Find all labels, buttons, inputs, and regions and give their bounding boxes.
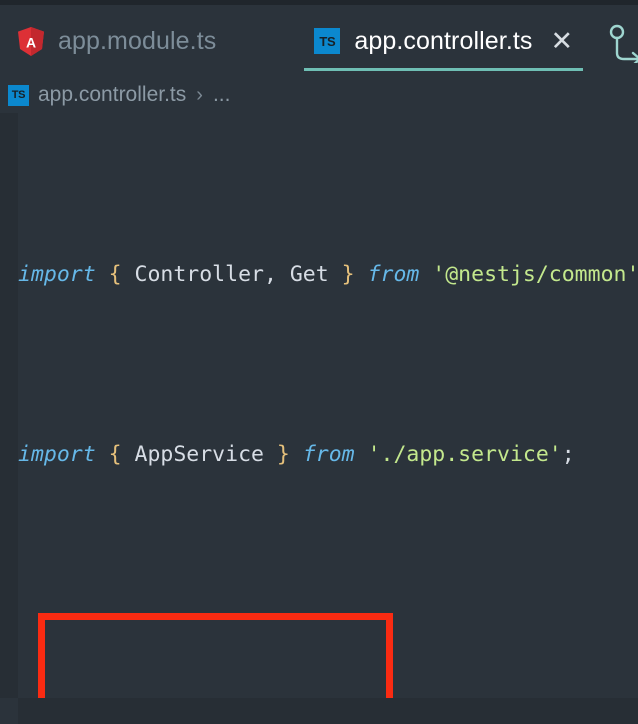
active-tab-indicator — [304, 68, 584, 71]
breadcrumb-file[interactable]: app.controller.ts — [38, 83, 186, 107]
angular-icon: A — [18, 26, 44, 56]
tab-app-module[interactable]: A app.module.ts — [0, 5, 235, 77]
code-line: import { AppService } from './app.servic… — [18, 442, 575, 467]
editor-bottom-strip — [0, 698, 638, 724]
code-content: import { Controller, Get } from '@nestjs… — [0, 113, 638, 698]
editor-tab-bar: A app.module.ts TS app.controller.ts ✕ — [0, 5, 638, 77]
tab-label-app-controller: app.controller.ts — [354, 26, 533, 55]
source-control-icon[interactable] — [608, 23, 638, 63]
typescript-icon: TS — [8, 84, 29, 106]
breadcrumb-overflow[interactable]: ... — [213, 83, 231, 107]
code-line: import { Controller, Get } from '@nestjs… — [18, 262, 638, 287]
code-editor[interactable]: import { Controller, Get } from '@nestjs… — [0, 113, 638, 698]
tab-label-app-module: app.module.ts — [58, 26, 217, 55]
close-icon[interactable]: ✕ — [551, 27, 574, 55]
breadcrumb[interactable]: TS app.controller.ts › ... — [0, 77, 638, 113]
vscode-window: A app.module.ts TS app.controller.ts ✕ T… — [0, 0, 638, 724]
svg-text:A: A — [26, 34, 36, 50]
gutter-bottom-pad — [0, 698, 18, 724]
chevron-right-icon: › — [196, 83, 203, 106]
typescript-icon: TS — [314, 28, 341, 54]
tab-app-controller[interactable]: TS app.controller.ts ✕ — [296, 5, 592, 77]
